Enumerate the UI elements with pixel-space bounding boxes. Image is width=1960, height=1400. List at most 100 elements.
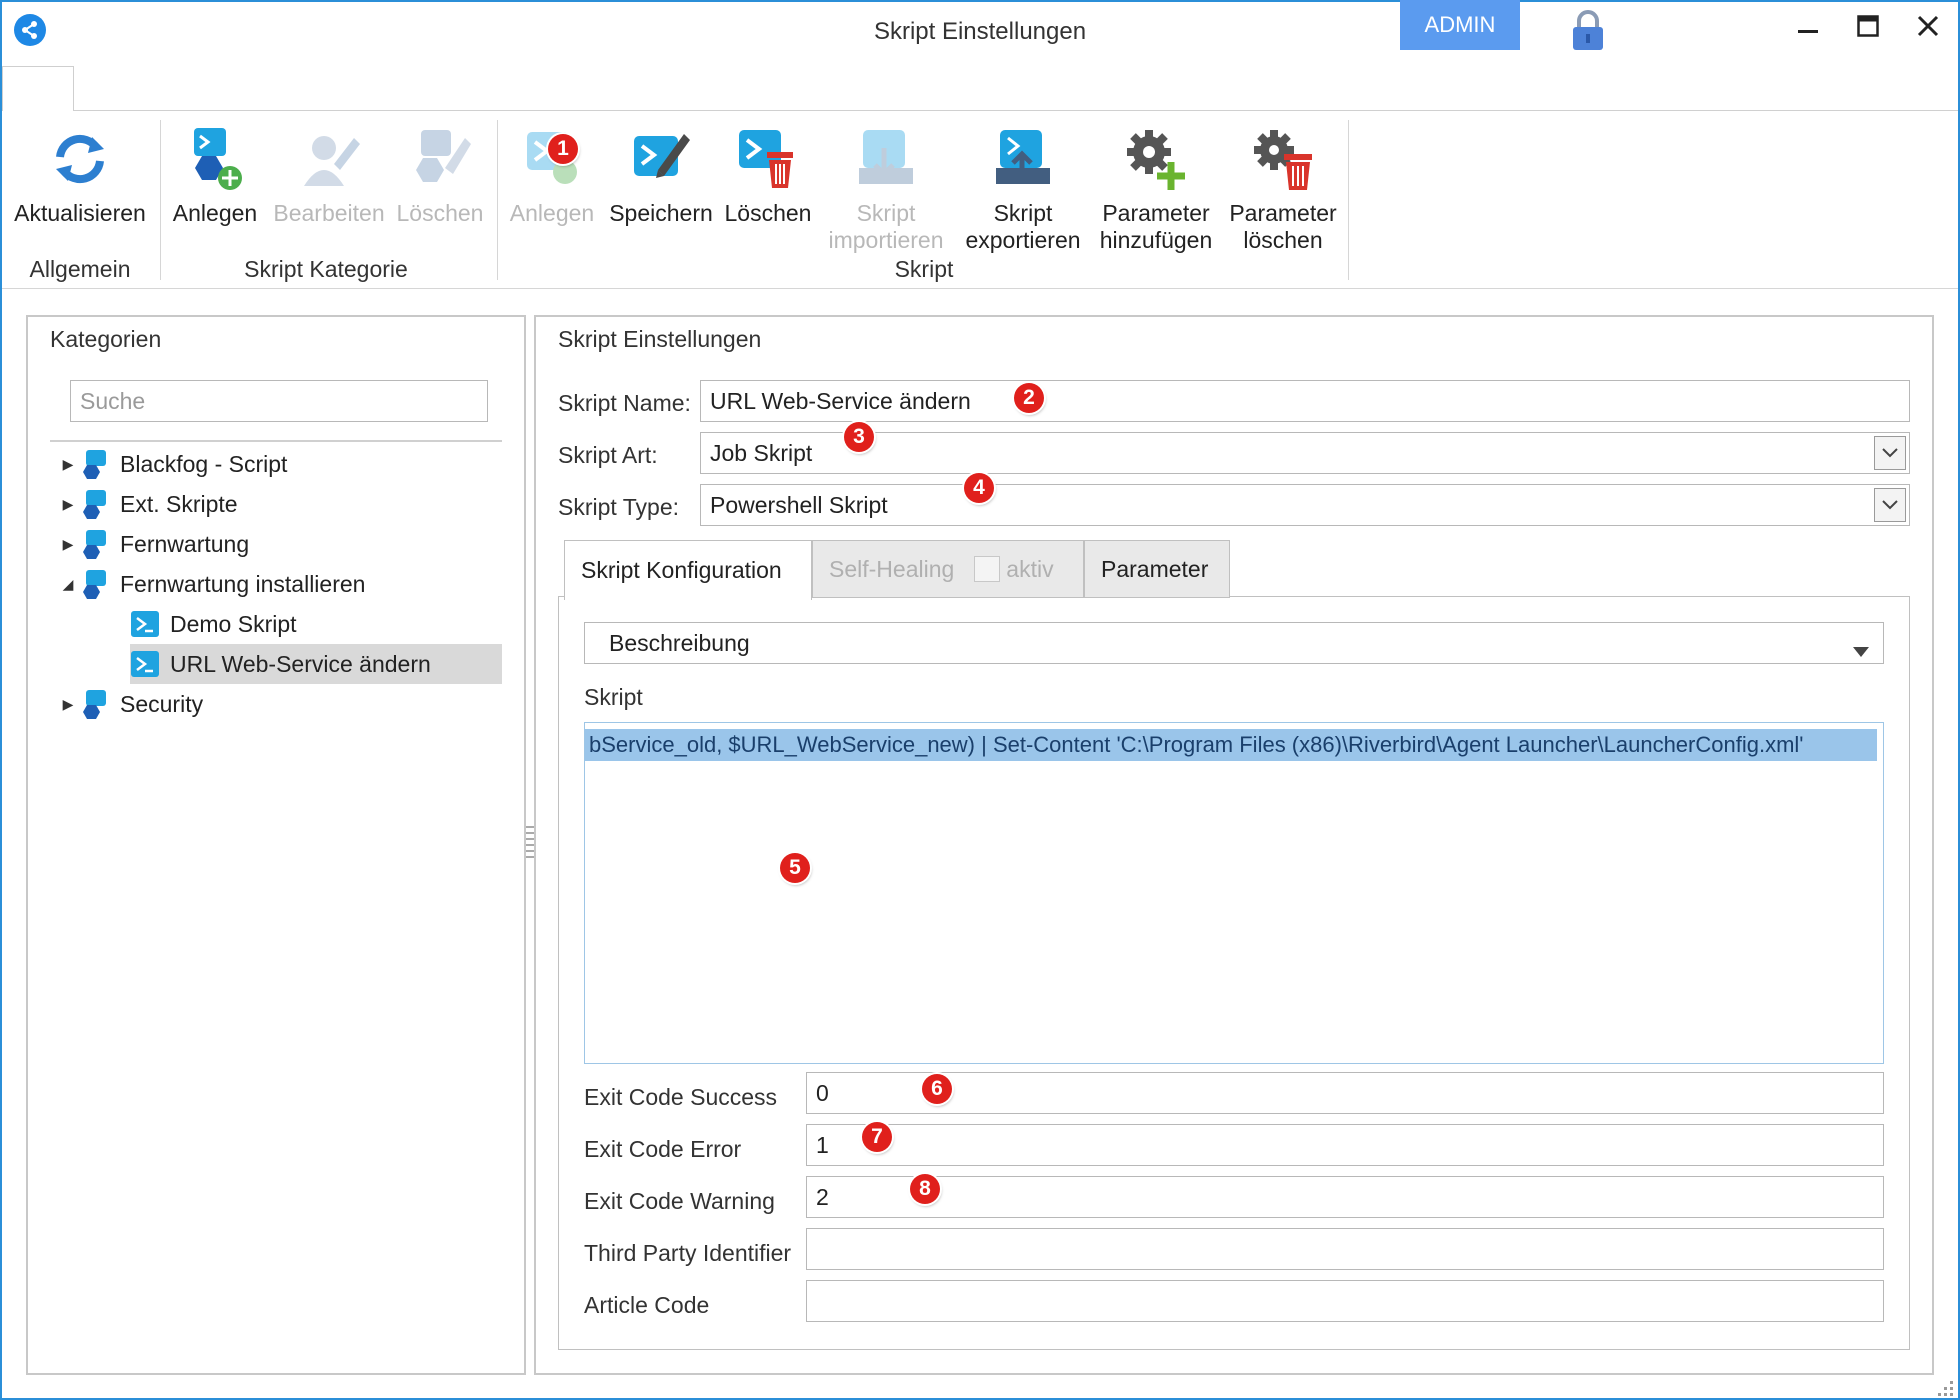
exit-error-input[interactable]: 1	[806, 1124, 1884, 1166]
category-create-label: Anlegen	[172, 200, 258, 226]
minimize-icon	[1798, 30, 1818, 33]
category-add-icon	[180, 118, 250, 200]
category-edit-button[interactable]: Bearbeiten	[268, 118, 390, 227]
script-text: bService_old, $URL_WebService_new) | Set…	[585, 729, 1877, 761]
resize-grip-icon[interactable]	[1936, 1376, 1954, 1396]
category-icon	[83, 450, 106, 479]
beschreibung-label: Beschreibung	[609, 629, 750, 656]
category-delete-label: Löschen	[396, 200, 484, 226]
triangle-down-icon	[1851, 637, 1871, 664]
annotation-badge-6: 6	[922, 1074, 952, 1104]
ribbon-home-tab[interactable]	[2, 66, 74, 112]
script-save-button[interactable]: Speichern	[606, 118, 716, 227]
annotation-badge-5: 5	[780, 853, 810, 883]
category-delete-icon	[405, 118, 475, 200]
search-divider	[50, 440, 502, 442]
expand-arrow-icon[interactable]: ▶	[56, 536, 80, 553]
script-delete-button[interactable]: Löschen	[720, 118, 816, 227]
parameter-delete-label-1: Parameter	[1229, 200, 1337, 226]
expand-arrow-icon[interactable]: ▶	[56, 496, 80, 513]
tab-skript-konfiguration[interactable]: Skript Konfiguration	[564, 540, 812, 600]
script-create-label: Anlegen	[509, 200, 595, 226]
category-icon	[83, 490, 106, 519]
script-import-icon	[851, 118, 921, 200]
script-name-label: Skript Name:	[558, 390, 691, 416]
tree-item-security[interactable]: ▶ Security	[56, 684, 502, 724]
script-type-value: Powershell Skript	[710, 491, 888, 518]
annotation-badge-2: 2	[1014, 383, 1044, 413]
script-import-button[interactable]: Skript importieren	[818, 118, 954, 254]
share-app-icon	[14, 14, 46, 46]
script-save-label: Speichern	[609, 200, 713, 226]
close-button[interactable]	[1904, 8, 1952, 44]
parameter-add-label-1: Parameter	[1102, 200, 1210, 226]
collapse-arrow-icon[interactable]: ◢	[56, 576, 80, 593]
script-export-button[interactable]: Skript exportieren	[956, 118, 1090, 254]
categories-title: Kategorien	[50, 326, 162, 352]
script-name-input[interactable]: URL Web-Service ändern	[700, 380, 1910, 422]
parameter-delete-label-2: löschen	[1243, 227, 1323, 253]
script-type-select[interactable]: Powershell Skript	[700, 484, 1910, 526]
gear-add-icon	[1121, 118, 1191, 200]
tree-item-url-web-service[interactable]: URL Web-Service ändern	[130, 644, 502, 684]
annotation-badge-4: 4	[964, 473, 994, 503]
maximize-button[interactable]	[1844, 8, 1892, 44]
article-code-input[interactable]	[806, 1280, 1884, 1322]
script-save-icon	[626, 118, 696, 200]
category-delete-button[interactable]: Löschen	[394, 118, 486, 227]
script-editor[interactable]: bService_old, $URL_WebService_new) | Set…	[584, 722, 1884, 1064]
lock-icon[interactable]	[1570, 8, 1606, 52]
close-icon	[1917, 15, 1939, 37]
tab-parameter[interactable]: Parameter	[1084, 540, 1230, 598]
article-code-label: Article Code	[584, 1292, 710, 1318]
script-export-label-2: exportieren	[965, 227, 1081, 253]
script-import-label-2: importieren	[828, 227, 944, 253]
refresh-button[interactable]: Aktualisieren	[12, 118, 148, 227]
tab-self-healing-label: Self-Healing	[829, 555, 955, 582]
tree-item-ext-skripte[interactable]: ▶ Ext. Skripte	[56, 484, 502, 524]
category-create-button[interactable]: Anlegen	[166, 118, 264, 227]
tree-item-blackfog[interactable]: ▶ Blackfog - Script	[56, 444, 502, 484]
category-icon	[83, 530, 106, 559]
exit-warning-input[interactable]: 2	[806, 1176, 1884, 1218]
refresh-label: Aktualisieren	[14, 200, 146, 226]
tree-label: Security	[120, 690, 204, 717]
script-art-label: Skript Art:	[558, 442, 658, 468]
parameter-delete-button[interactable]: Parameter löschen	[1222, 118, 1344, 254]
settings-title: Skript Einstellungen	[558, 326, 762, 352]
tab-self-healing[interactable]: Self-Healing aktiv	[812, 540, 1084, 598]
script-export-icon	[988, 118, 1058, 200]
group-label-allgemein: Allgemein	[29, 256, 131, 282]
category-search-input[interactable]: Suche	[70, 380, 488, 422]
gear-delete-icon	[1248, 118, 1318, 200]
group-separator	[1348, 120, 1349, 280]
chevron-down-icon[interactable]	[1874, 436, 1906, 470]
tree-item-demo-skript[interactable]: Demo Skript	[56, 604, 502, 644]
expand-arrow-icon[interactable]: ▶	[56, 696, 80, 713]
category-tree: ▶ Blackfog - Script ▶ Ext. Skripte ▶ Fer…	[56, 444, 502, 724]
script-create-button[interactable]: Anlegen	[504, 118, 600, 227]
script-type-label: Skript Type:	[558, 494, 680, 520]
parameter-add-button[interactable]: Parameter hinzufügen	[1092, 118, 1220, 254]
annotation-badge-1: 1	[548, 134, 578, 164]
group-label-skript: Skript	[894, 256, 954, 282]
exit-success-input[interactable]: 0	[806, 1072, 1884, 1114]
script-export-label-1: Skript	[993, 200, 1053, 226]
third-party-input[interactable]	[806, 1228, 1884, 1270]
category-icon	[83, 570, 106, 599]
script-art-select[interactable]: Job Skript	[700, 432, 1910, 474]
script-art-value: Job Skript	[710, 439, 813, 466]
chevron-down-icon[interactable]	[1874, 488, 1906, 522]
tree-item-fernwartung-installieren[interactable]: ◢ Fernwartung installieren	[56, 564, 502, 604]
splitter-handle[interactable]	[526, 826, 534, 858]
admin-badge[interactable]: ADMIN	[1400, 0, 1520, 50]
beschreibung-dropdown[interactable]: Beschreibung	[584, 622, 1884, 664]
annotation-badge-3: 3	[844, 422, 874, 452]
skript-label: Skript	[584, 684, 643, 710]
tree-item-fernwartung[interactable]: ▶ Fernwartung	[56, 524, 502, 564]
aktiv-checkbox[interactable]	[974, 556, 1001, 582]
minimize-button[interactable]	[1784, 8, 1832, 44]
expand-arrow-icon[interactable]: ▶	[56, 456, 80, 473]
category-icon	[83, 690, 106, 719]
third-party-label: Third Party Identifier	[584, 1240, 792, 1266]
